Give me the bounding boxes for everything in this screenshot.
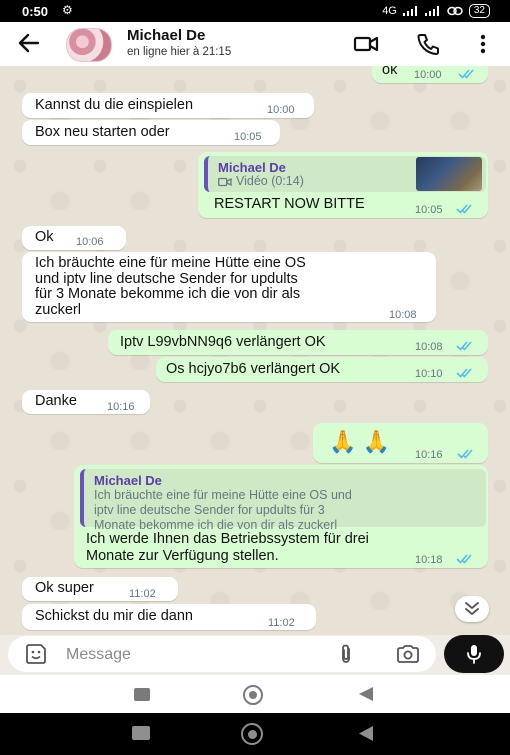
read-receipt-icon	[456, 368, 472, 378]
message-bubble[interactable]: Ich bräuchte eine für meine Hütte eine O…	[22, 252, 436, 322]
message-time: 11:02	[129, 588, 156, 600]
message-time: 10:16	[107, 401, 135, 413]
message-bubble[interactable]: Kannst du die einspielen 10:00	[22, 93, 314, 118]
message-text: Danke	[35, 393, 77, 409]
message-line: und iptv line deutsche Sender for updult…	[35, 270, 298, 287]
message-bubble[interactable]: Michael De Ich bräuchte eine für meine H…	[74, 465, 488, 568]
message-bubble[interactable]: Box neu starten oder 10:05	[22, 120, 280, 145]
settings-icon: ⚙	[62, 3, 73, 17]
camera-icon[interactable]	[395, 643, 421, 665]
signal-icon	[402, 6, 417, 16]
quoted-line: Ich bräuchte eine für meine Hütte eine O…	[94, 488, 352, 502]
phone-call-icon[interactable]	[415, 32, 441, 56]
home-button[interactable]	[243, 685, 263, 705]
message-input[interactable]	[64, 642, 318, 668]
network-type: 4G	[382, 5, 397, 17]
message-text: Ok super	[35, 580, 94, 596]
message-time: 10:16	[415, 449, 443, 461]
message-line: Ich bräuchte eine für meine Hütte eine O…	[35, 255, 306, 271]
read-receipt-icon	[456, 554, 472, 564]
message-text: Os hcjyo7b6 verlängert OK	[166, 361, 341, 377]
message-text: Ok	[35, 229, 54, 245]
double-chevron-down-icon	[465, 602, 479, 615]
scroll-to-bottom-button[interactable]	[455, 596, 489, 622]
more-options-icon[interactable]	[470, 32, 496, 56]
quoted-text: Vidéo (0:14)	[236, 174, 304, 188]
message-bubble[interactable]: Ok 10:06	[22, 226, 126, 250]
message-input-box	[8, 636, 436, 672]
message-text: Box neu starten oder	[35, 124, 170, 140]
message-text: Kannst du die einspielen	[35, 97, 194, 113]
signal-icon-2	[424, 6, 439, 16]
composer	[0, 635, 510, 675]
avatar[interactable]	[66, 28, 112, 62]
message-bubble[interactable]: Os hcjyo7b6 verlängert OK 10:10	[156, 357, 488, 382]
back-triangle-icon[interactable]	[357, 686, 375, 702]
video-call-icon[interactable]	[353, 32, 379, 56]
message-bubble[interactable]: Ok super 11:02	[22, 577, 178, 601]
message-bubble[interactable]: ok 10:00	[372, 66, 488, 83]
message-time: 10:06	[76, 236, 104, 248]
message-time: 10:10	[415, 368, 443, 380]
contact-last-seen: en ligne hier à 21:15	[127, 46, 232, 58]
video-icon	[218, 177, 232, 187]
message-line: zuckerl	[35, 301, 81, 318]
recents-button[interactable]	[134, 688, 150, 701]
message-text: Iptv L99vbNN9q6 verlängert OK	[120, 334, 326, 350]
home-button[interactable]	[241, 723, 263, 745]
message-time: 10:18	[415, 554, 443, 566]
emoji-sticker-icon[interactable]	[24, 643, 48, 665]
message-bubble[interactable]: Danke 10:16	[22, 390, 150, 414]
system-navigation-bar	[0, 713, 510, 755]
quoted-message[interactable]: Michael De Ich bräuchte eine für meine H…	[80, 469, 486, 532]
quoted-text: Ich bräuchte eine für meine Hütte eine O…	[94, 488, 352, 533]
message-line: für 3 Monate bekomme ich die von dir als	[35, 286, 301, 302]
quoted-sender: Michael De	[94, 473, 162, 488]
microphone-icon	[467, 645, 481, 664]
status-time: 0:50	[22, 4, 49, 19]
quoted-message[interactable]: Michael De Vidéo (0:14)	[204, 156, 486, 192]
battery-icon: 32	[468, 4, 490, 18]
message-time: 10:08	[415, 341, 443, 353]
status-bar: 0:50 ⚙ 4G 32	[0, 0, 510, 22]
message-time: 10:08	[389, 309, 417, 321]
message-time: 10:00	[267, 104, 295, 116]
message-time: 10:05	[415, 204, 443, 216]
attach-icon[interactable]	[336, 643, 356, 665]
message-text: Schickst du mir die dann	[35, 608, 193, 624]
message-time: 11:02	[268, 617, 295, 629]
message-text: RESTART NOW BITTE	[214, 196, 365, 212]
video-thumbnail[interactable]	[416, 157, 482, 191]
status-icons: 4G 32	[382, 4, 490, 18]
read-receipt-icon	[457, 449, 473, 459]
contact-name[interactable]: Michael De	[127, 27, 205, 44]
message-line: Monate zur Verfügung stellen.	[86, 548, 279, 564]
message-emoji: 🙏 🙏	[329, 429, 390, 454]
back-triangle-icon[interactable]	[357, 725, 375, 742]
message-time: 10:00	[414, 69, 442, 81]
message-text: Ich bräuchte eine für meine Hütte eine O…	[35, 255, 306, 318]
link-icon	[447, 6, 463, 16]
message-text: Ich werde Ihnen das Betriebssystem für d…	[86, 531, 369, 565]
navigation-bar	[0, 675, 510, 713]
message-bubble[interactable]: Schickst du mir die dann 11:02	[22, 604, 316, 630]
recents-button[interactable]	[132, 726, 150, 740]
message-text: ok	[382, 66, 398, 78]
read-receipt-icon	[456, 341, 472, 351]
read-receipt-icon	[456, 204, 472, 214]
message-bubble[interactable]: Iptv L99vbNN9q6 verlängert OK 10:08	[108, 330, 488, 355]
message-bubble[interactable]: Michael De Vidéo (0:14) RESTART NOW BITT…	[198, 152, 488, 218]
chat-messages: ok 10:00 Kannst du die einspielen 10:00 …	[0, 66, 510, 635]
chat-header: Michael De en ligne hier à 21:15	[0, 22, 510, 66]
read-receipt-icon	[458, 69, 474, 79]
voice-message-button[interactable]	[444, 635, 504, 673]
message-bubble[interactable]: 🙏 🙏 10:16	[313, 423, 488, 463]
message-line: Ich werde Ihnen das Betriebssystem für d…	[86, 531, 369, 547]
message-time: 10:05	[234, 131, 262, 143]
back-arrow-icon[interactable]	[16, 30, 42, 56]
quoted-line: iptv line deutsche Sender for updults fü…	[94, 503, 325, 517]
